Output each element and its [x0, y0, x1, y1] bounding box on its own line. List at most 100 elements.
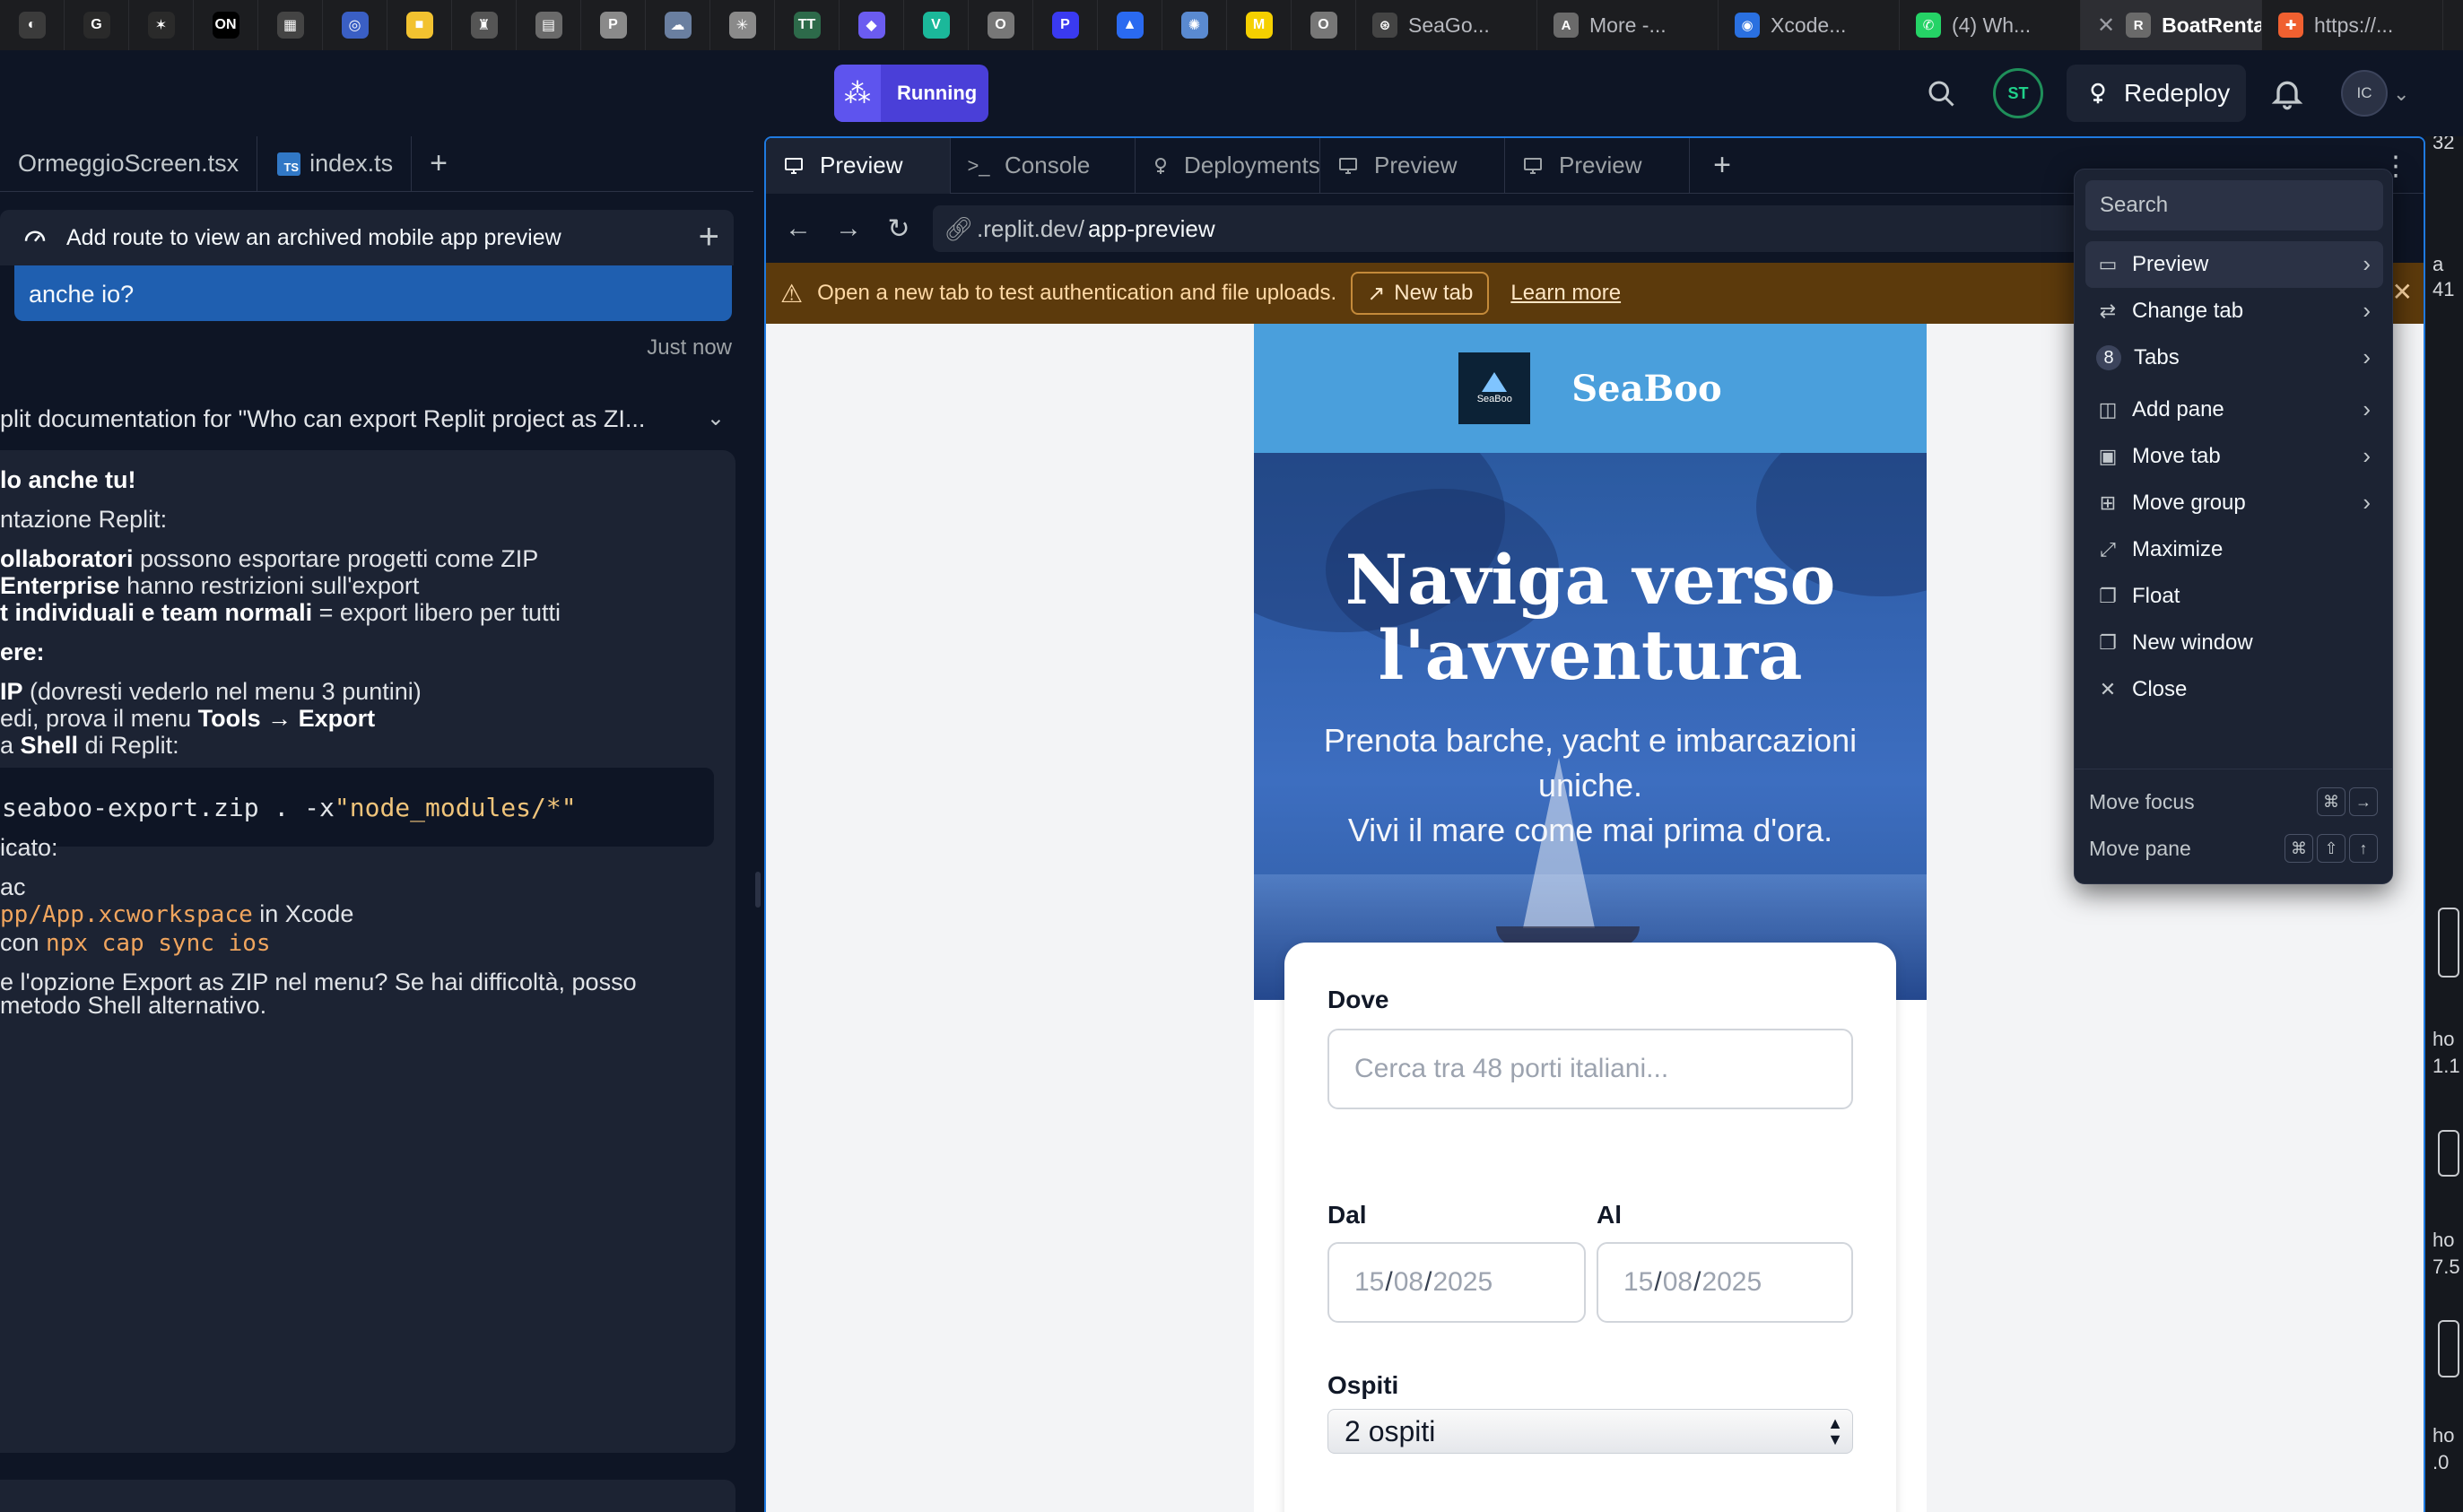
- pinned-browser-tab[interactable]: ✶: [129, 0, 194, 50]
- browser-tab[interactable]: ✕ R BoatRental...: [2081, 0, 2262, 50]
- response-intro: ntazione Replit:: [0, 506, 168, 533]
- pinned-browser-tab[interactable]: ◐: [0, 0, 65, 50]
- tab-preview-2[interactable]: Preview: [1320, 138, 1505, 194]
- hero-subtitle: Prenota barche, yacht e imbarcazioni uni…: [1323, 722, 1858, 848]
- command-key-icon: ⌘: [2317, 787, 2346, 816]
- pinned-browser-tab[interactable]: ✳: [710, 0, 775, 50]
- browser-tab[interactable]: ✚ https://...: [2262, 0, 2443, 50]
- tab-count-badge: 8: [2096, 345, 2121, 370]
- close-icon[interactable]: ✕: [2392, 277, 2413, 307]
- browser-tab[interactable]: ⊛ SeaGo...: [1356, 0, 1537, 50]
- to-date-input[interactable]: 15/08/2025: [1597, 1242, 1853, 1323]
- file-tab-label: index.ts: [309, 150, 394, 177]
- menu-item-label: Preview: [2132, 252, 2209, 276]
- pinned-browser-tab[interactable]: M: [1227, 0, 1292, 50]
- from-date-input[interactable]: 15/08/2025: [1327, 1242, 1586, 1323]
- background-box: [2438, 1130, 2459, 1177]
- resize-grip[interactable]: [755, 872, 761, 908]
- expand-plus-icon[interactable]: +: [699, 217, 719, 257]
- chevron-down-icon[interactable]: ⌄: [707, 405, 725, 431]
- close-icon: ✕: [2099, 678, 2117, 700]
- menu-item-add-pane[interactable]: ◫ Add pane ›: [2085, 387, 2383, 433]
- checkpoint-title: Add route to view an archived mobile app…: [66, 224, 561, 250]
- user-message-text: anche io?: [29, 281, 135, 308]
- documentation-search-row[interactable]: plit documentation for "Who can export R…: [0, 396, 734, 441]
- pinwheel-favicon-icon: ✶: [147, 12, 175, 39]
- collaborator-avatar[interactable]: ST: [1993, 68, 2043, 118]
- deploy-icon: [2091, 83, 2105, 104]
- browser-tab[interactable]: ◉ Xcode...: [1719, 0, 1900, 50]
- add-pane-icon: ◫: [2098, 398, 2118, 421]
- search-icon[interactable]: [1925, 77, 1957, 109]
- menu-item-close[interactable]: ✕ Close: [2085, 666, 2383, 713]
- browser-tab-title: (4) Wh...: [1952, 13, 2032, 37]
- menu-item-move-tab[interactable]: ▣ Move tab ›: [2085, 433, 2383, 480]
- menu-item-maximize[interactable]: ⤢ Maximize: [2085, 526, 2383, 573]
- redeploy-button[interactable]: Redeploy: [2067, 65, 2246, 122]
- menu-search-input[interactable]: Search: [2085, 180, 2383, 230]
- browser-tab[interactable]: ✆ (4) Wh...: [1900, 0, 2081, 50]
- to-label: Al: [1597, 1201, 1622, 1229]
- new-tab-button[interactable]: +: [412, 136, 466, 192]
- menu-item-tabs[interactable]: 8 Tabs ›: [2085, 335, 2383, 381]
- pinned-browser-tab[interactable]: P: [1033, 0, 1098, 50]
- move-focus-item[interactable]: Move focus ⌘ →: [2089, 779, 2385, 824]
- tab-console[interactable]: >_ Console: [951, 138, 1136, 194]
- seaboo-logo: SeaBoo: [1458, 352, 1531, 424]
- pane-tab-label: Preview: [1374, 152, 1458, 178]
- pinned-browser-tab[interactable]: TT: [775, 0, 840, 50]
- pinned-browser-tab[interactable]: ◎: [323, 0, 387, 50]
- tab-deployments[interactable]: Deployments: [1136, 138, 1320, 194]
- pinned-browser-tab[interactable]: ▲: [1098, 0, 1162, 50]
- background-text: 32: [2433, 136, 2455, 153]
- sailboat-icon: [1482, 372, 1508, 392]
- background-text: ho: [2433, 1424, 2455, 1447]
- pinned-browser-tab[interactable]: ▤: [517, 0, 581, 50]
- pinned-browser-tab[interactable]: ☁: [646, 0, 710, 50]
- menu-item-label: Change tab: [2132, 299, 2244, 323]
- pinned-browser-tab[interactable]: ◆: [840, 0, 904, 50]
- menu-item-label: Move group: [2132, 491, 2246, 515]
- menu-item-change-tab[interactable]: ⇄ Change tab ›: [2085, 288, 2383, 335]
- menu-item-preview[interactable]: ▭ Preview ›: [2085, 241, 2383, 288]
- pinned-browser-tab[interactable]: G: [65, 0, 129, 50]
- move-tab-icon: ▣: [2098, 445, 2118, 467]
- forward-arrow-icon[interactable]: →: [823, 204, 874, 254]
- pinned-browser-tab[interactable]: ♜: [452, 0, 517, 50]
- pinned-browser-tab[interactable]: ✺: [1162, 0, 1227, 50]
- bell-icon[interactable]: [2269, 75, 2305, 111]
- add-pane-tab-button[interactable]: +: [1690, 138, 1754, 194]
- menu-item-move-group[interactable]: ⊞ Move group ›: [2085, 480, 2383, 526]
- refresh-icon[interactable]: ↻: [874, 204, 924, 254]
- tab-preview[interactable]: Preview: [766, 138, 951, 194]
- pinned-browser-tab[interactable]: ON: [194, 0, 258, 50]
- run-button[interactable]: ⁂ Running: [834, 65, 988, 122]
- code-block[interactable]: seaboo-export.zip . -x "node_modules/*": [0, 768, 714, 847]
- tab-index-ts[interactable]: TS index.ts: [257, 136, 413, 192]
- chevron-down-icon[interactable]: ⌄: [2393, 83, 2409, 106]
- learn-more-link[interactable]: Learn more: [1510, 281, 1621, 306]
- back-arrow-icon[interactable]: ←: [773, 204, 823, 254]
- pinned-browser-tab[interactable]: O: [969, 0, 1033, 50]
- move-pane-item[interactable]: Move pane ⌘ ⇧ ↑: [2089, 826, 2385, 871]
- where-input[interactable]: Cerca tra 48 porti italiani...: [1327, 1029, 1853, 1109]
- close-icon[interactable]: ✕: [2097, 13, 2115, 39]
- background-box: [2438, 908, 2459, 978]
- menu-item-new-window[interactable]: ❐ New window: [2085, 620, 2383, 666]
- pane-context-menu: Search ▭ Preview › ⇄ Change tab › 8 Tabs › ◫ Add p…: [2074, 169, 2393, 884]
- pinned-browser-tab[interactable]: V: [904, 0, 969, 50]
- pinned-browser-tab[interactable]: ▦: [258, 0, 323, 50]
- pinned-browser-tab[interactable]: ■: [387, 0, 452, 50]
- user-avatar[interactable]: IC: [2341, 70, 2388, 117]
- tab-preview-3[interactable]: Preview: [1505, 138, 1690, 194]
- pinned-browser-tab[interactable]: O: [1292, 0, 1356, 50]
- open-new-tab-button[interactable]: ↗ New tab: [1351, 272, 1490, 315]
- guests-select[interactable]: 2 ospiti ▲ ▼: [1327, 1409, 1853, 1454]
- tab-ormeggio-screen[interactable]: OrmeggioScreen.tsx: [0, 136, 258, 192]
- menu-item-float[interactable]: ❐ Float: [2085, 573, 2383, 620]
- url-input[interactable]: 🔗︎ .replit.dev/app-preview: [933, 205, 2171, 252]
- user-message-bubble: anche io?: [14, 265, 732, 321]
- browser-tab[interactable]: A More -...: [1537, 0, 1719, 50]
- pinned-browser-tab[interactable]: P: [581, 0, 646, 50]
- checkpoint-row[interactable]: Add route to view an archived mobile app…: [0, 210, 734, 265]
